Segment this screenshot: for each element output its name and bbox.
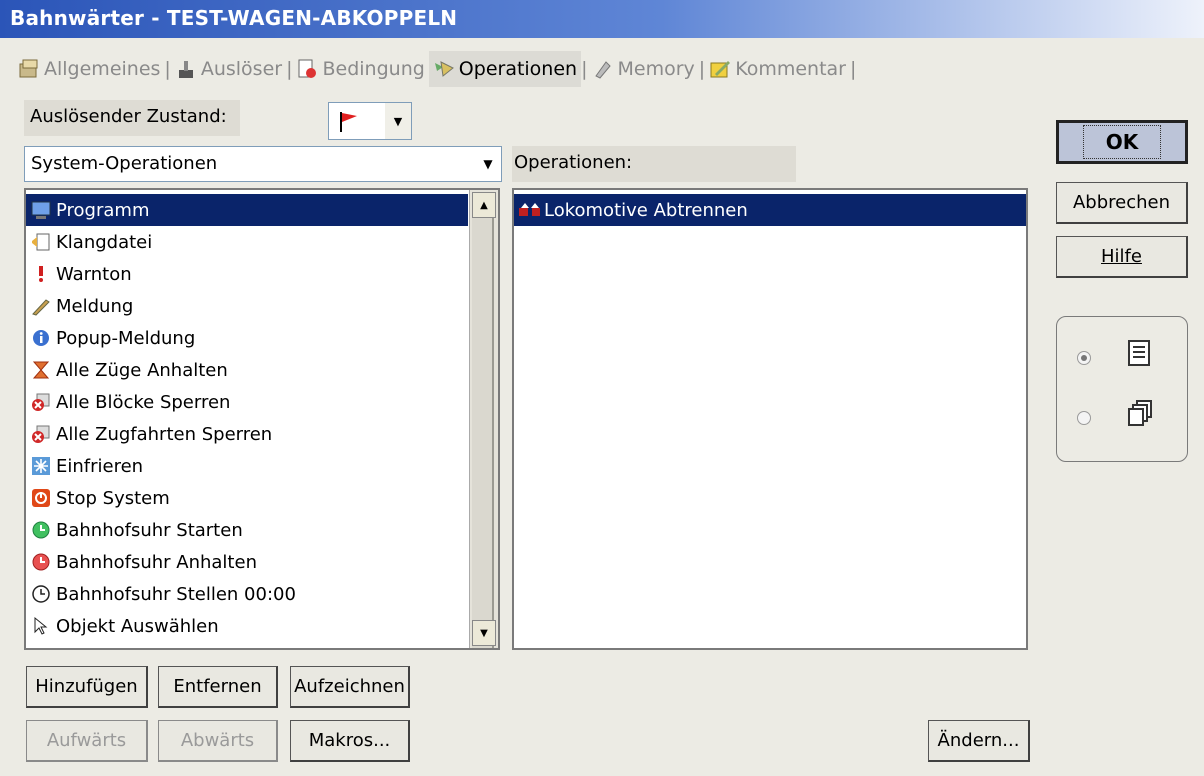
list-item-label: Klangdatei: [56, 231, 153, 253]
available-operation-item[interactable]: Objekt Auswählen: [26, 610, 468, 642]
available-operation-item[interactable]: Bahnhofsuhr Anhalten: [26, 546, 468, 578]
view-options-panel: [1056, 316, 1188, 462]
move-up-button[interactable]: Aufwärts: [26, 720, 148, 762]
trigger-icon: [175, 58, 197, 80]
tab-separator: |: [849, 58, 857, 80]
general-icon: [18, 58, 40, 80]
available-operation-item[interactable]: Alle Züge Anhalten: [26, 354, 468, 386]
available-operation-item[interactable]: Alle Blöcke Sperren: [26, 386, 468, 418]
operations-header-label: Operationen:: [514, 152, 633, 173]
available-operations-list[interactable]: Programm Klangdatei Warnton Meldung Popup-Me…: [24, 188, 500, 650]
list-item-label: Bahnhofsuhr Anhalten: [56, 551, 257, 573]
selected-operations-list[interactable]: Lokomotive Abtrennen: [512, 188, 1028, 650]
cursor-icon: [30, 615, 52, 637]
available-operation-item[interactable]: Stop System: [26, 482, 468, 514]
list-view-icon: [1127, 339, 1153, 373]
operations-icon: [433, 58, 455, 80]
category-select-value: System-Operationen: [31, 153, 218, 174]
list-item-label: Bahnhofsuhr Starten: [56, 519, 243, 541]
list-item-label: Meldung: [56, 295, 134, 317]
available-operation-item[interactable]: Bahnhofsuhr Starten: [26, 514, 468, 546]
freeze-icon: [30, 455, 52, 477]
category-select[interactable]: System-Operationen ▼: [24, 146, 502, 182]
list-item-label: Bahnhofsuhr Stellen 00:00: [56, 583, 296, 605]
record-button[interactable]: Aufzeichnen: [290, 666, 410, 708]
cancel-button[interactable]: Abbrechen: [1056, 182, 1188, 224]
hourglass-icon: [30, 359, 52, 381]
scroll-down-button[interactable]: ▼: [472, 620, 496, 646]
list-item-label: Popup-Meldung: [56, 327, 196, 349]
tab-ausloeser[interactable]: Auslöser: [171, 51, 286, 87]
trigger-state-label-box: Auslösender Zustand:: [24, 100, 240, 136]
available-operation-item[interactable]: Einfrieren: [26, 450, 468, 482]
clock-set-icon: [30, 583, 52, 605]
multi-page-view-radio[interactable]: [1077, 411, 1091, 425]
list-view-radio[interactable]: [1077, 351, 1091, 365]
available-operation-item[interactable]: Alle Zugfahrten Sperren: [26, 418, 468, 450]
route-lock-icon: [30, 423, 52, 445]
trigger-state-dropdown[interactable]: ▼: [328, 102, 412, 140]
list-item-label: Warnton: [56, 263, 132, 285]
title-bar: Bahnwärter - TEST-WAGEN-ABKOPPELN: [0, 0, 1204, 38]
tab-allgemeines[interactable]: Allgemeines: [14, 51, 164, 87]
available-operation-item[interactable]: Popup-Meldung: [26, 322, 468, 354]
tab-bedingung[interactable]: Bedingung: [292, 51, 428, 87]
red-flag-icon: [337, 109, 361, 137]
list-item-label: Stop System: [56, 487, 170, 509]
list-item-label: Alle Blöcke Sperren: [56, 391, 231, 413]
condition-icon: [296, 58, 318, 80]
locomotive-detach-icon: [518, 199, 540, 221]
tab-operationen[interactable]: Operationen: [428, 51, 582, 87]
clock-stop-icon: [30, 551, 52, 573]
chevron-down-icon[interactable]: ▼: [475, 147, 501, 181]
memory-icon: [592, 58, 614, 80]
available-operation-item[interactable]: Bahnhofsuhr Stellen 00:00: [26, 578, 468, 610]
available-operation-item[interactable]: Meldung: [26, 290, 468, 322]
ok-button[interactable]: OK: [1056, 120, 1188, 164]
tab-kommentar[interactable]: Kommentar: [705, 51, 850, 87]
chevron-down-icon[interactable]: ▼: [385, 103, 411, 139]
operations-header-box: Operationen:: [512, 146, 796, 182]
comment-icon: [709, 58, 731, 80]
list-item-label: Objekt Auswählen: [56, 615, 219, 637]
list-item-label: Einfrieren: [56, 455, 144, 477]
available-operation-item[interactable]: Warnton: [26, 258, 468, 290]
list-item-label: Lokomotive Abtrennen: [544, 199, 748, 221]
tab-memory[interactable]: Memory: [588, 51, 699, 87]
popup-info-icon: [30, 327, 52, 349]
warning-tone-icon: [30, 263, 52, 285]
scroll-up-button[interactable]: ▲: [472, 192, 496, 218]
message-icon: [30, 295, 52, 317]
remove-button[interactable]: Entfernen: [158, 666, 278, 708]
move-down-button[interactable]: Abwärts: [158, 720, 278, 762]
trigger-state-label: Auslösender Zustand:: [30, 106, 227, 127]
scrollbar[interactable]: ▲ ▼: [469, 190, 498, 648]
sound-file-icon: [30, 231, 52, 253]
window-title: Bahnwärter - TEST-WAGEN-ABKOPPELN: [10, 6, 458, 30]
list-item-label: Alle Zugfahrten Sperren: [56, 423, 273, 445]
available-operation-item[interactable]: Programm: [26, 194, 468, 226]
help-button[interactable]: Hilfe: [1056, 236, 1188, 278]
scroll-thumb[interactable]: [472, 218, 494, 648]
selected-operation-item[interactable]: Lokomotive Abtrennen: [514, 194, 1026, 226]
program-icon: [30, 199, 52, 221]
clock-start-icon: [30, 519, 52, 541]
list-item-label: Alle Züge Anhalten: [56, 359, 228, 381]
block-lock-icon: [30, 391, 52, 413]
change-button[interactable]: Ändern...: [928, 720, 1030, 762]
available-operation-item[interactable]: Klangdatei: [26, 226, 468, 258]
multi-page-view-icon: [1127, 399, 1155, 433]
list-item-label: Programm: [56, 199, 150, 221]
macros-button[interactable]: Makros...: [290, 720, 410, 762]
tab-bar: Allgemeines | Auslöser | Bedingung Opera…: [14, 50, 856, 88]
stop-icon: [30, 487, 52, 509]
add-button[interactable]: Hinzufügen: [26, 666, 148, 708]
